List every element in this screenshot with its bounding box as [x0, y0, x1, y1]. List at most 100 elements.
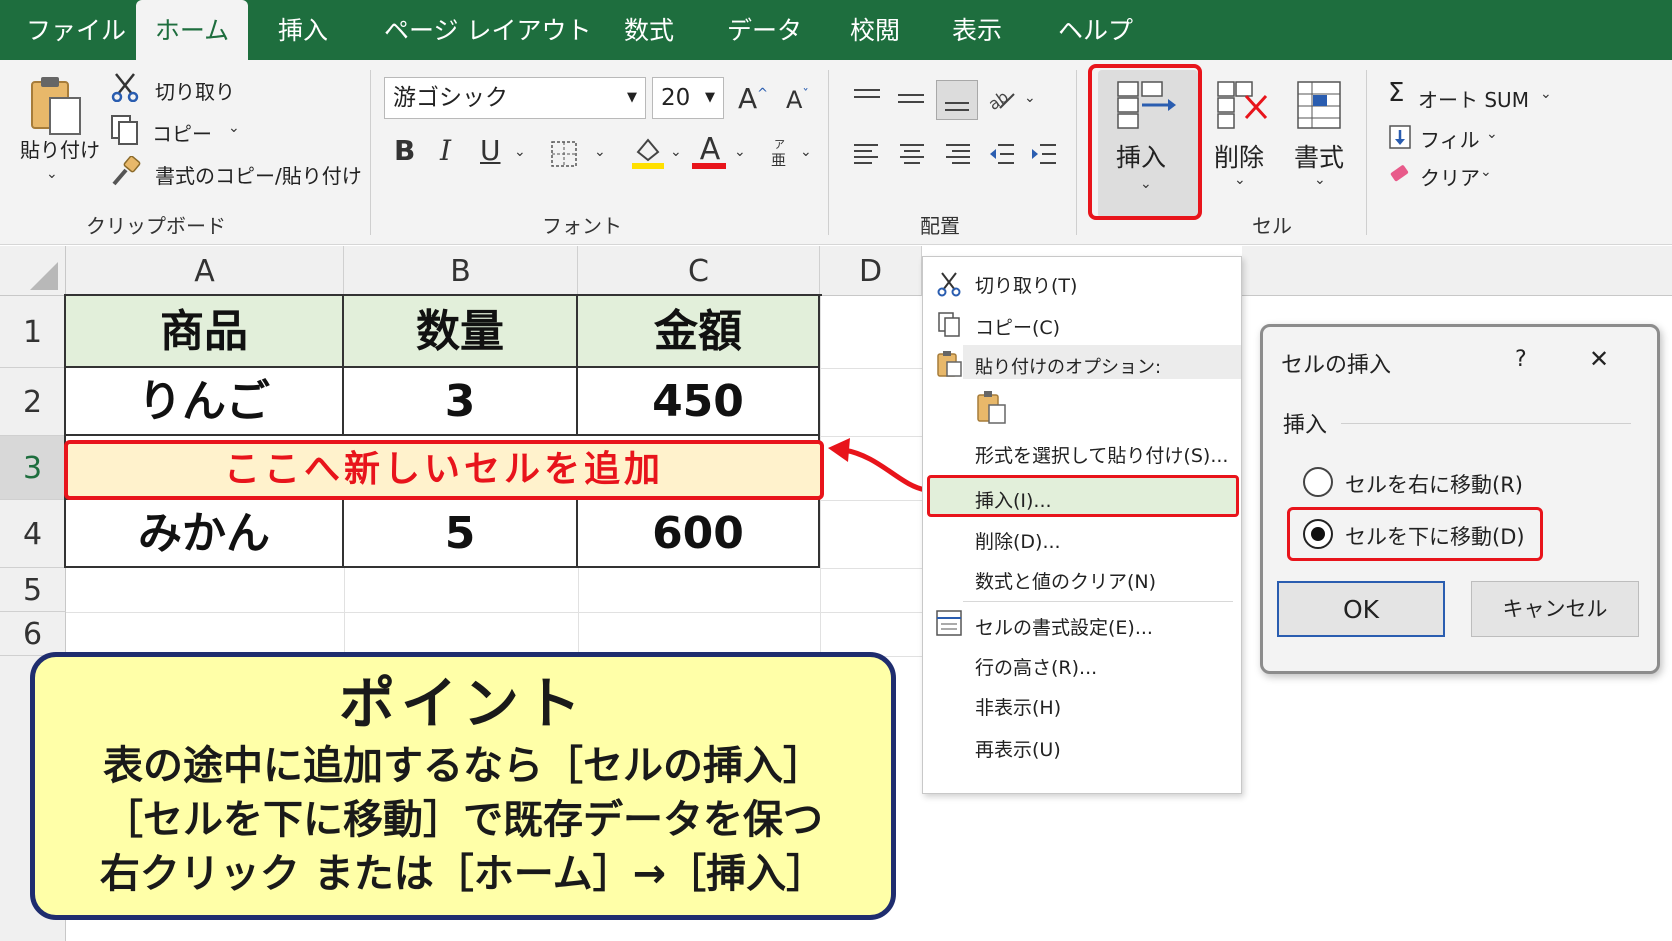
underline-dropdown-chevron-icon[interactable]: ⌄: [514, 144, 526, 160]
fill-color-icon[interactable]: [630, 134, 666, 174]
clear-dropdown-chevron-icon[interactable]: ⌄: [1480, 164, 1492, 180]
paste-button[interactable]: 貼り付け: [20, 134, 100, 163]
align-center-icon[interactable]: [898, 140, 926, 172]
shrink-font-button[interactable]: Aˇ: [786, 86, 809, 114]
cancel-button[interactable]: キャンセル: [1471, 581, 1639, 637]
radio-shift-down-label[interactable]: セルを下に移動(D): [1345, 521, 1525, 551]
menu-item-paste-special[interactable]: 形式を選択して貼り付け(S)...: [975, 441, 1228, 468]
align-middle-icon[interactable]: [896, 86, 926, 114]
tab-data[interactable]: データ: [727, 0, 802, 60]
clear-button[interactable]: クリア: [1420, 162, 1480, 191]
table-header-cell[interactable]: 商品: [66, 296, 344, 368]
delete-dropdown-chevron-icon[interactable]: ⌄: [1234, 172, 1246, 188]
menu-item-insert[interactable]: 挿入(I)...: [975, 486, 1052, 513]
copy-button[interactable]: コピー: [152, 118, 212, 147]
autosum-sigma-icon[interactable]: Σ: [1388, 78, 1404, 108]
format-cells-icon[interactable]: [1296, 80, 1342, 134]
italic-button[interactable]: I: [440, 134, 451, 167]
orientation-dropdown-chevron-icon[interactable]: ⌄: [1024, 90, 1036, 106]
select-all-corner[interactable]: [0, 246, 66, 296]
menu-item-delete[interactable]: 削除(D)...: [975, 527, 1061, 554]
radio-shift-right-label[interactable]: セルを右に移動(R): [1345, 469, 1523, 499]
fill-color-dropdown-chevron-icon[interactable]: ⌄: [670, 144, 682, 160]
align-right-icon[interactable]: [944, 140, 972, 172]
align-left-icon[interactable]: [852, 140, 880, 172]
dialog-close-icon[interactable]: ✕: [1589, 345, 1609, 373]
increase-indent-icon[interactable]: [1030, 140, 1058, 172]
row-header-4[interactable]: 4: [0, 500, 66, 568]
tab-help[interactable]: ヘルプ: [1058, 0, 1133, 60]
borders-dropdown-chevron-icon[interactable]: ⌄: [594, 144, 606, 160]
decrease-indent-icon[interactable]: [988, 140, 1016, 172]
font-name-dropdown-icon[interactable]: ▼: [627, 78, 637, 118]
tab-review[interactable]: 校閲: [850, 0, 900, 60]
copy-icon[interactable]: [110, 114, 140, 150]
tab-formulas[interactable]: 数式: [624, 0, 674, 60]
autosum-button[interactable]: オート SUM: [1418, 84, 1529, 113]
font-color-icon[interactable]: A: [692, 132, 728, 169]
menu-item-unhide[interactable]: 再表示(U): [975, 735, 1061, 762]
column-header-d[interactable]: D: [820, 246, 922, 296]
column-header-b[interactable]: B: [344, 246, 578, 296]
underline-button[interactable]: U: [480, 134, 501, 167]
tab-insert[interactable]: 挿入: [278, 0, 328, 60]
tab-file[interactable]: ファイル: [26, 0, 126, 60]
row-header-6[interactable]: 6: [0, 612, 66, 656]
dialog-help-button[interactable]: ?: [1515, 347, 1527, 372]
scissors-icon[interactable]: [110, 72, 140, 106]
row-header-5[interactable]: 5: [0, 568, 66, 612]
menu-item-cut[interactable]: 切り取り(T): [975, 271, 1077, 298]
menu-item-hide[interactable]: 非表示(H): [975, 693, 1061, 720]
borders-icon[interactable]: [550, 140, 578, 172]
table-cell[interactable]: 3: [344, 368, 578, 436]
format-dropdown-chevron-icon[interactable]: ⌄: [1314, 172, 1326, 188]
phonetic-dropdown-chevron-icon[interactable]: ⌄: [800, 144, 812, 160]
align-bottom-icon[interactable]: [936, 80, 978, 120]
fill-dropdown-chevron-icon[interactable]: ⌄: [1486, 126, 1498, 142]
phonetic-guide-icon[interactable]: ア亜: [768, 136, 792, 172]
fill-button[interactable]: フィル: [1420, 124, 1480, 153]
font-size-dropdown-icon[interactable]: ▼: [705, 78, 715, 118]
cut-button[interactable]: 切り取り: [155, 76, 235, 105]
ok-button[interactable]: OK: [1277, 581, 1445, 637]
radio-shift-right[interactable]: [1303, 467, 1333, 497]
table-cell[interactable]: りんご: [66, 368, 344, 436]
autosum-dropdown-chevron-icon[interactable]: ⌄: [1540, 86, 1552, 102]
table-header-cell[interactable]: 数量: [344, 296, 578, 368]
copy-dropdown-chevron-icon[interactable]: ⌄: [228, 120, 240, 136]
row-header-3[interactable]: 3: [0, 436, 66, 500]
format-cells-button[interactable]: 書式: [1294, 138, 1344, 174]
eraser-icon[interactable]: [1388, 162, 1412, 190]
column-header-a[interactable]: A: [66, 246, 344, 296]
menu-item-format-cells[interactable]: セルの書式設定(E)...: [975, 613, 1153, 640]
align-top-icon[interactable]: [852, 86, 882, 114]
menu-item-row-height[interactable]: 行の高さ(R)...: [975, 653, 1097, 680]
column-header-c[interactable]: C: [578, 246, 820, 296]
grow-font-button[interactable]: A^: [738, 82, 768, 115]
menu-item-copy[interactable]: コピー(C): [975, 313, 1060, 340]
table-cell[interactable]: 450: [578, 368, 820, 436]
table-header-cell[interactable]: 金額: [578, 296, 820, 368]
font-name-combo[interactable]: 游ゴシック ▼: [384, 77, 646, 119]
paste-option-icon[interactable]: [975, 389, 1007, 429]
row-header-1[interactable]: 1: [0, 296, 66, 368]
font-size-combo[interactable]: 20 ▼: [652, 77, 724, 119]
font-color-dropdown-chevron-icon[interactable]: ⌄: [734, 144, 746, 160]
paste-icon[interactable]: [28, 74, 84, 140]
table-cell[interactable]: 5: [344, 500, 578, 568]
format-painter-icon[interactable]: [110, 155, 142, 192]
fill-down-icon[interactable]: [1388, 124, 1412, 154]
format-painter-button[interactable]: 書式のコピー/貼り付け: [155, 160, 362, 189]
delete-cells-icon[interactable]: [1216, 80, 1270, 134]
table-cell[interactable]: 600: [578, 500, 820, 568]
delete-cells-button[interactable]: 削除: [1214, 138, 1264, 174]
table-cell[interactable]: みかん: [66, 500, 344, 568]
bold-button[interactable]: B: [394, 134, 415, 167]
radio-shift-down[interactable]: [1303, 519, 1333, 549]
tab-page-layout[interactable]: ページ レイアウト: [384, 0, 591, 60]
tab-home[interactable]: ホーム: [136, 0, 248, 60]
menu-item-clear-contents[interactable]: 数式と値のクリア(N): [975, 567, 1156, 594]
tab-view[interactable]: 表示: [952, 0, 1002, 60]
row-header-2[interactable]: 2: [0, 368, 66, 436]
orientation-icon[interactable]: ab: [985, 84, 1018, 118]
